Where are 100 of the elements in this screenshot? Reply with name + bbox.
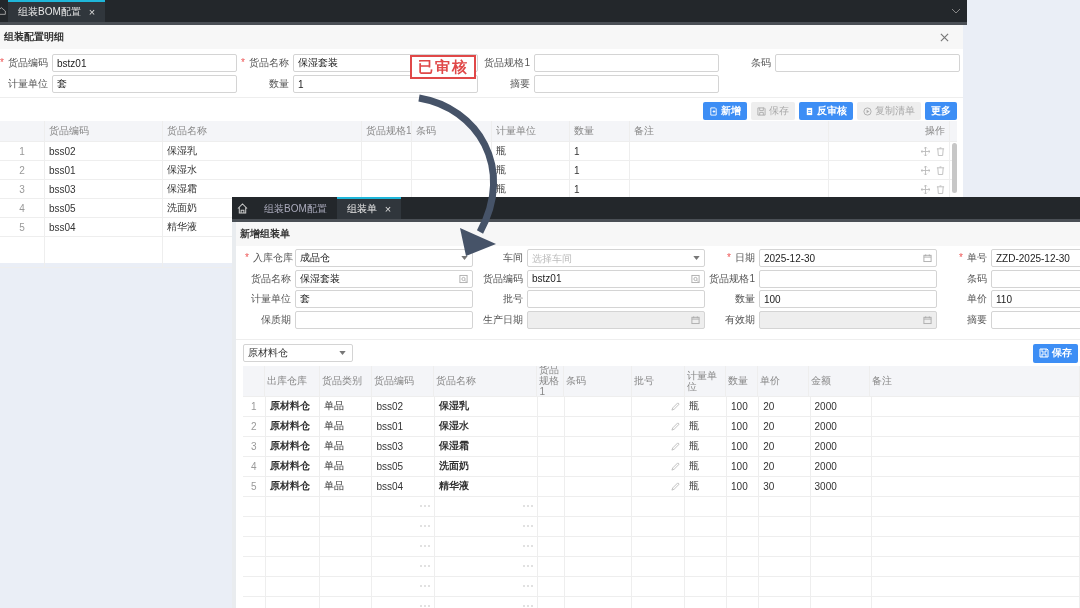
move-icon[interactable] (921, 165, 930, 175)
input-field[interactable]: 110 (991, 290, 1080, 308)
trash-icon[interactable] (936, 146, 945, 156)
row-number: 1 (0, 142, 45, 160)
table-cell: 保湿霜 (434, 436, 538, 456)
input-field[interactable]: bstz01 (527, 269, 705, 288)
column-header: 单价 (757, 365, 809, 396)
tab[interactable]: 组装单 × (336, 197, 402, 219)
move-icon[interactable] (921, 184, 930, 194)
dropdown[interactable]: 成品仓 (295, 249, 473, 267)
table-cell: 保湿乳 (163, 142, 362, 160)
table-cell: bss03 (45, 180, 163, 198)
move-icon[interactable] (921, 146, 930, 156)
table-cell: 100 (727, 456, 760, 476)
input-field[interactable]: 套 (295, 290, 473, 308)
table-cell: bss04 (372, 476, 435, 496)
input-field[interactable] (775, 54, 960, 72)
scrollbar[interactable] (952, 143, 957, 193)
table-cell: 精华液 (434, 476, 538, 496)
warehouse-dropdown[interactable]: 原材料仓 (243, 344, 353, 362)
field-label: 数量 (268, 77, 289, 91)
field-label: 摘要 (966, 312, 987, 327)
column-header: 备注 (630, 121, 829, 141)
table-cell: 洗面奶 (434, 456, 538, 476)
row-number: 4 (243, 456, 266, 476)
table-cell: 原材料仓 (265, 396, 321, 416)
input-field[interactable] (527, 290, 705, 308)
column-header: 备注 (870, 365, 1080, 396)
field-label: 批号 (502, 292, 523, 306)
play-circle-icon (863, 106, 872, 116)
row-number: 1 (243, 396, 266, 416)
chevron-down-icon[interactable] (951, 8, 961, 14)
table-cell: 瓶 (492, 161, 570, 179)
field-label: 摘要 (509, 77, 530, 91)
close-icon[interactable]: × (88, 6, 96, 18)
column-header: 条码 (412, 121, 492, 141)
field-label: 车间 (502, 251, 523, 265)
home-icon[interactable] (0, 5, 8, 17)
table-cell: 单品 (320, 456, 373, 476)
column-header: 数量 (725, 365, 758, 396)
field-label: 货品规格1 (483, 56, 530, 70)
field-label: 货品规格1 (709, 271, 755, 286)
table-cell: 单品 (320, 396, 373, 416)
table-cell: 100 (727, 476, 760, 496)
table-cell: bss01 (372, 416, 435, 436)
field-label: 单价 (966, 292, 987, 306)
home-icon[interactable] (237, 202, 248, 214)
field-label: * 单号 (958, 251, 987, 265)
column-header: 数量 (570, 121, 630, 141)
input-field[interactable] (295, 310, 473, 329)
input-field[interactable] (534, 75, 719, 93)
table-cell: 2000 (810, 396, 873, 416)
input-field[interactable]: 保湿套装 (295, 269, 473, 288)
input-field[interactable]: 1 (293, 75, 478, 93)
stamp: 已审核 (410, 55, 476, 79)
table-cell: 2000 (810, 436, 873, 456)
add-document-icon (709, 106, 718, 116)
tab[interactable]: 组装BOM配置 (254, 197, 337, 219)
table-cell: 原材料仓 (265, 476, 321, 496)
field-label: 有效期 (724, 312, 755, 327)
table-cell: 单品 (320, 476, 373, 496)
tab[interactable]: 组装BOM配置 × (8, 0, 106, 22)
table-cell: bss01 (45, 161, 163, 179)
row-number: 4 (0, 199, 45, 217)
field-label: 条码 (750, 56, 771, 70)
field-label: 保质期 (260, 312, 291, 327)
calendar-icon (691, 315, 700, 324)
table-cell: 单品 (320, 436, 373, 456)
table-cell: 保湿水 (434, 416, 538, 436)
table-cell: 2000 (810, 416, 873, 436)
input-field[interactable] (759, 269, 937, 288)
table-cell: 保湿乳 (434, 396, 538, 416)
table-cell: 20 (759, 416, 811, 436)
date-field[interactable]: 2025-12-30 (759, 249, 937, 267)
field-label: 计量单位 (7, 77, 48, 91)
close-icon[interactable]: × (384, 203, 392, 215)
trash-icon[interactable] (936, 165, 945, 175)
close-icon[interactable] (940, 32, 949, 42)
table-cell: 瓶 (685, 436, 728, 456)
column-header: 计量单位 (684, 365, 726, 396)
table-cell: bss05 (45, 199, 163, 217)
input-field[interactable]: 100 (759, 290, 937, 308)
row-number: 5 (0, 218, 45, 236)
table-cell: 20 (759, 396, 811, 416)
table-cell: 原材料仓 (265, 416, 321, 436)
table-cell: 100 (727, 416, 760, 436)
input-field[interactable]: ZZD-2025-12-30 (991, 249, 1080, 267)
input-field[interactable]: bstz01 (52, 54, 237, 72)
field-label: 货品编码 (482, 271, 523, 286)
input-field[interactable] (534, 54, 719, 72)
row-number: 3 (243, 436, 266, 456)
trash-icon[interactable] (936, 184, 945, 194)
field-label: * 日期 (726, 251, 755, 265)
dropdown[interactable]: 选择车间 (527, 249, 705, 267)
table-cell: 2000 (810, 456, 873, 476)
table-cell: 1 (570, 161, 630, 179)
table-cell: 保湿水 (163, 161, 362, 179)
save-icon (757, 106, 766, 116)
table-cell: bss02 (45, 142, 163, 160)
input-field[interactable]: 套 (52, 75, 237, 93)
